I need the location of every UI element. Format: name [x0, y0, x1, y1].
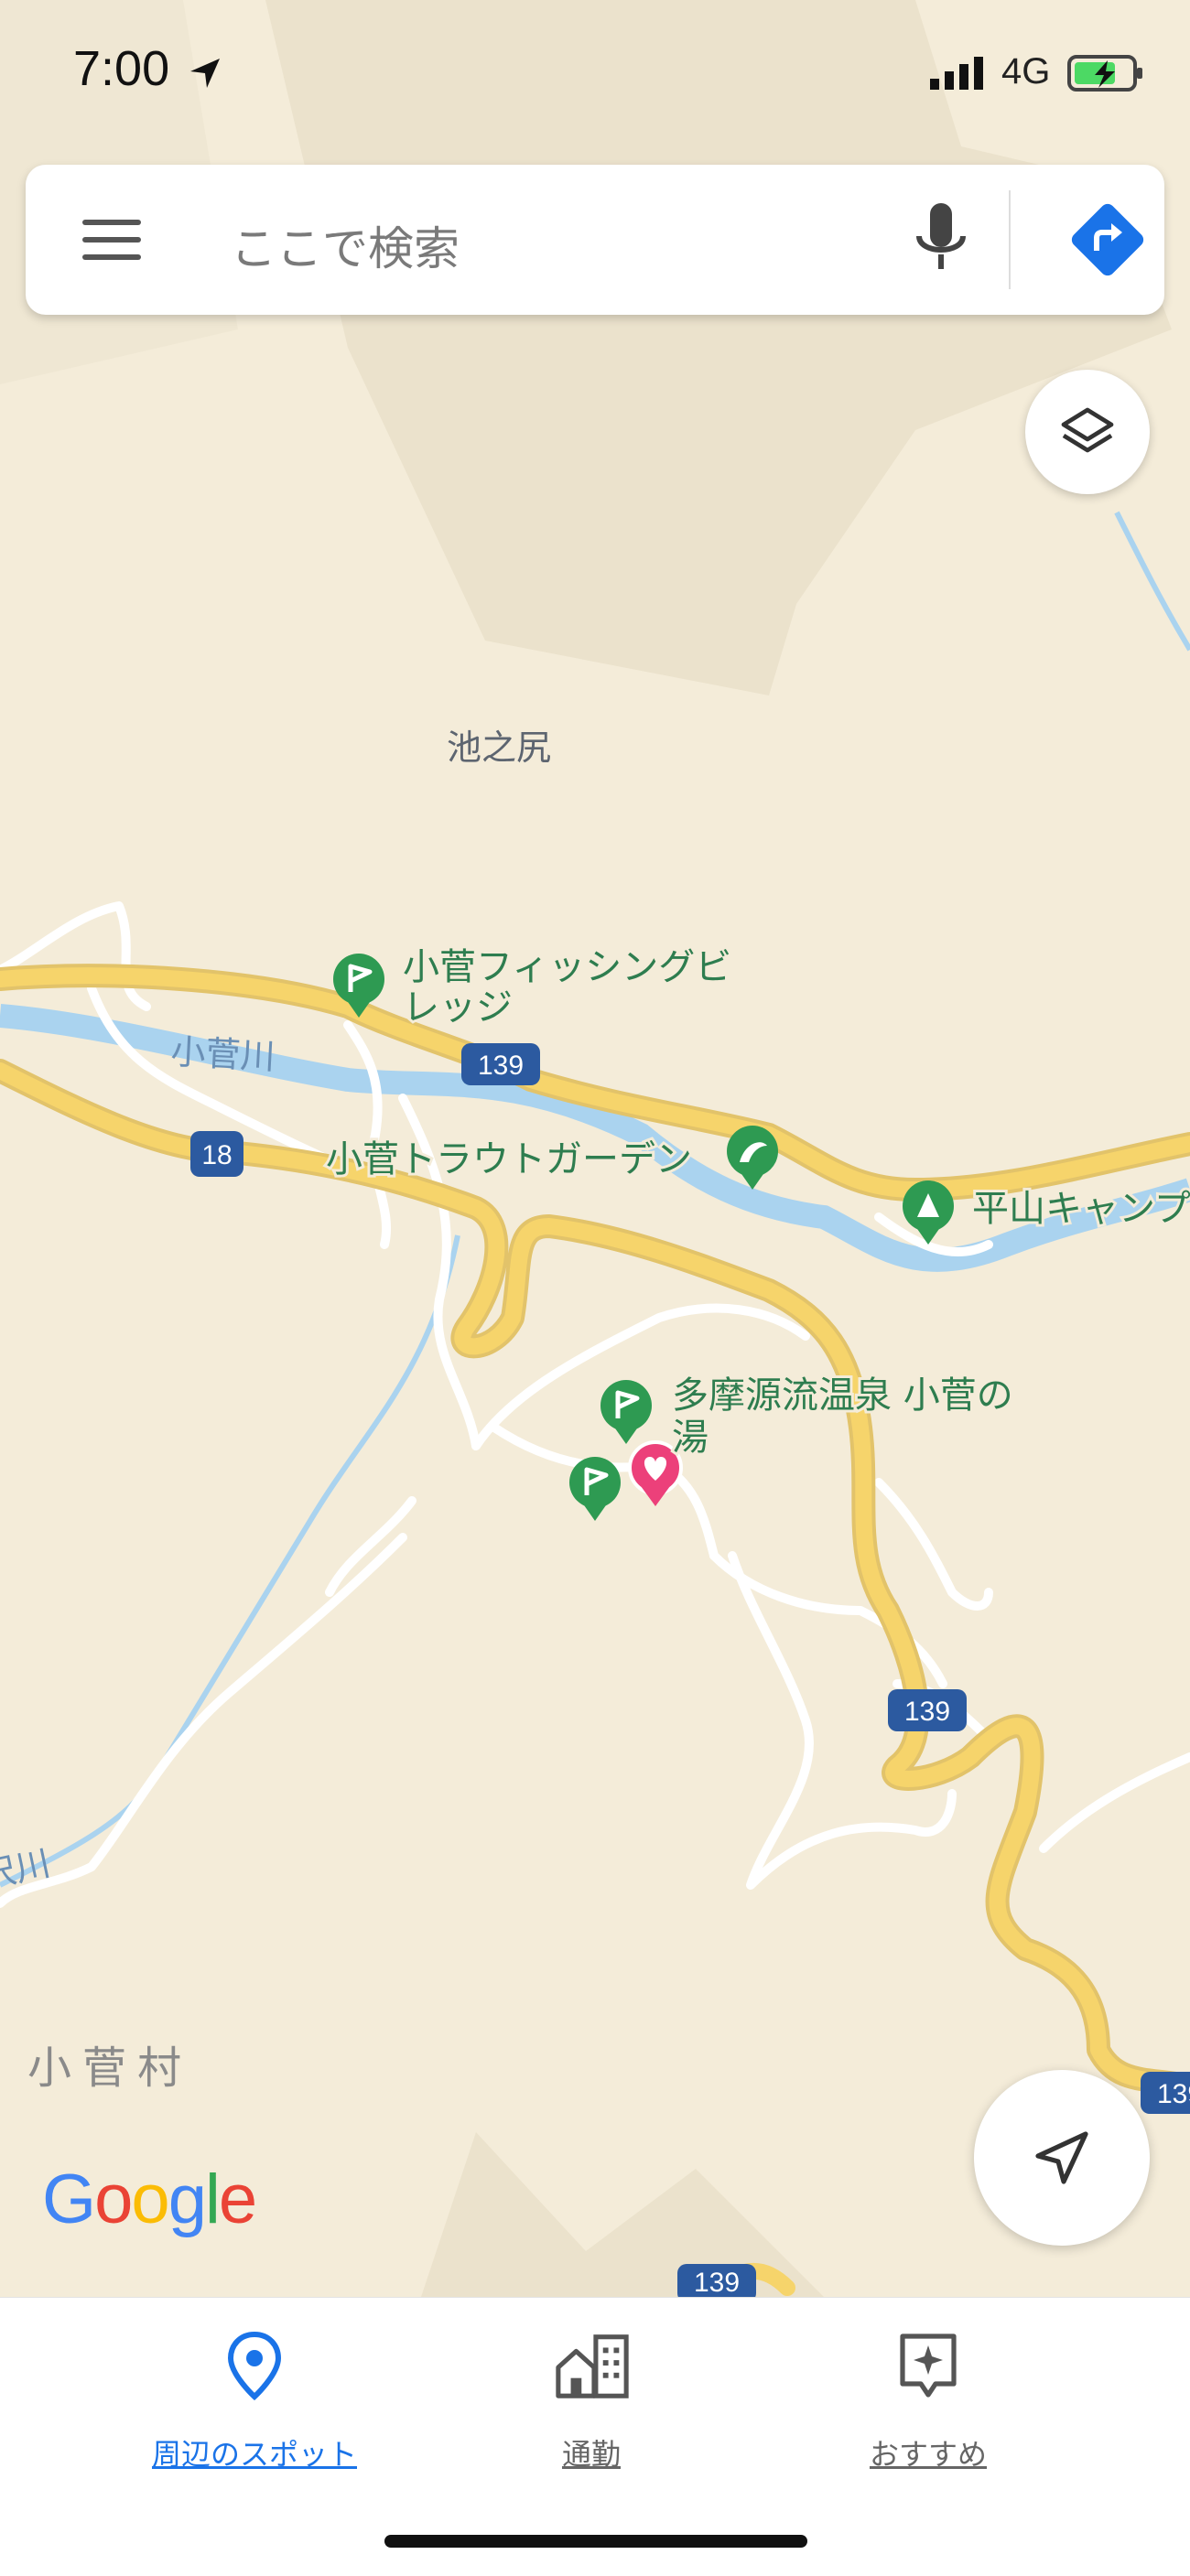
- svg-text:139: 139: [478, 1051, 524, 1081]
- tab-nearby-spots[interactable]: 周辺のスポット: [99, 2325, 410, 2481]
- tab-label: おすすめ: [869, 2437, 987, 2472]
- commute-icon: [556, 2334, 629, 2398]
- svg-text:139: 139: [694, 2268, 740, 2297]
- sparkle-icon: [900, 2333, 957, 2398]
- directions-icon[interactable]: [1069, 201, 1146, 278]
- pin-icon: [227, 2331, 282, 2400]
- tab-label: 周辺のスポット: [151, 2437, 357, 2472]
- navigation-arrow-icon: [1035, 2131, 1088, 2184]
- svg-text:139: 139: [904, 1697, 950, 1727]
- svg-text:18: 18: [201, 1140, 232, 1170]
- poi-label[interactable]: 湯: [669, 1414, 711, 1461]
- network-type: 4G: [1001, 51, 1051, 92]
- route-shield-139: 139: [461, 1043, 540, 1085]
- poi-label[interactable]: 小菅フィッシングビ: [400, 943, 734, 991]
- google-logo: Google: [42, 2161, 257, 2238]
- poi-label[interactable]: 平山キャンプ: [969, 1185, 1190, 1233]
- poi-label[interactable]: レッジ: [400, 984, 515, 1031]
- tab-recommended[interactable]: おすすめ: [773, 2325, 1084, 2481]
- map-canvas[interactable]: 18 139 139 139 139 池之尻 小菅村 小菅川 沢川 小菅フィッシ…: [0, 0, 1190, 2297]
- route-shield-139: 139: [1141, 2072, 1190, 2114]
- river-label: 小菅川: [170, 1031, 276, 1077]
- route-shield-18: 18: [190, 1131, 243, 1177]
- place-label: 小菅村: [27, 2042, 192, 2094]
- search-bar[interactable]: ここで検索: [26, 165, 1164, 315]
- place-label: 池之尻: [447, 728, 551, 768]
- tab-commute[interactable]: 通勤: [436, 2325, 747, 2481]
- hamburger-menu-icon[interactable]: [82, 214, 146, 265]
- layers-icon: [1061, 407, 1114, 453]
- route-shield-139: 139: [677, 2264, 756, 2297]
- route-shield-139: 139: [888, 1689, 967, 1731]
- signal-icon: [930, 57, 983, 90]
- battery-icon: [1067, 55, 1142, 92]
- svg-text:139: 139: [1157, 2079, 1190, 2109]
- status-time: 7:00: [73, 41, 170, 96]
- status-bar: 7:00 4G: [0, 0, 1190, 146]
- poi-label[interactable]: 小菅トラウトガーデン: [323, 1136, 695, 1183]
- poi-label[interactable]: 多摩源流温泉 小菅の: [669, 1372, 1016, 1419]
- home-indicator[interactable]: [384, 2535, 807, 2548]
- my-location-button[interactable]: [974, 2070, 1150, 2246]
- tab-label: 通勤: [561, 2437, 621, 2472]
- search-divider: [1009, 190, 1011, 289]
- microphone-icon[interactable]: [912, 203, 970, 276]
- layers-button[interactable]: [1025, 370, 1150, 494]
- location-arrow-icon: [190, 59, 220, 88]
- search-input[interactable]: ここで検索: [231, 212, 460, 278]
